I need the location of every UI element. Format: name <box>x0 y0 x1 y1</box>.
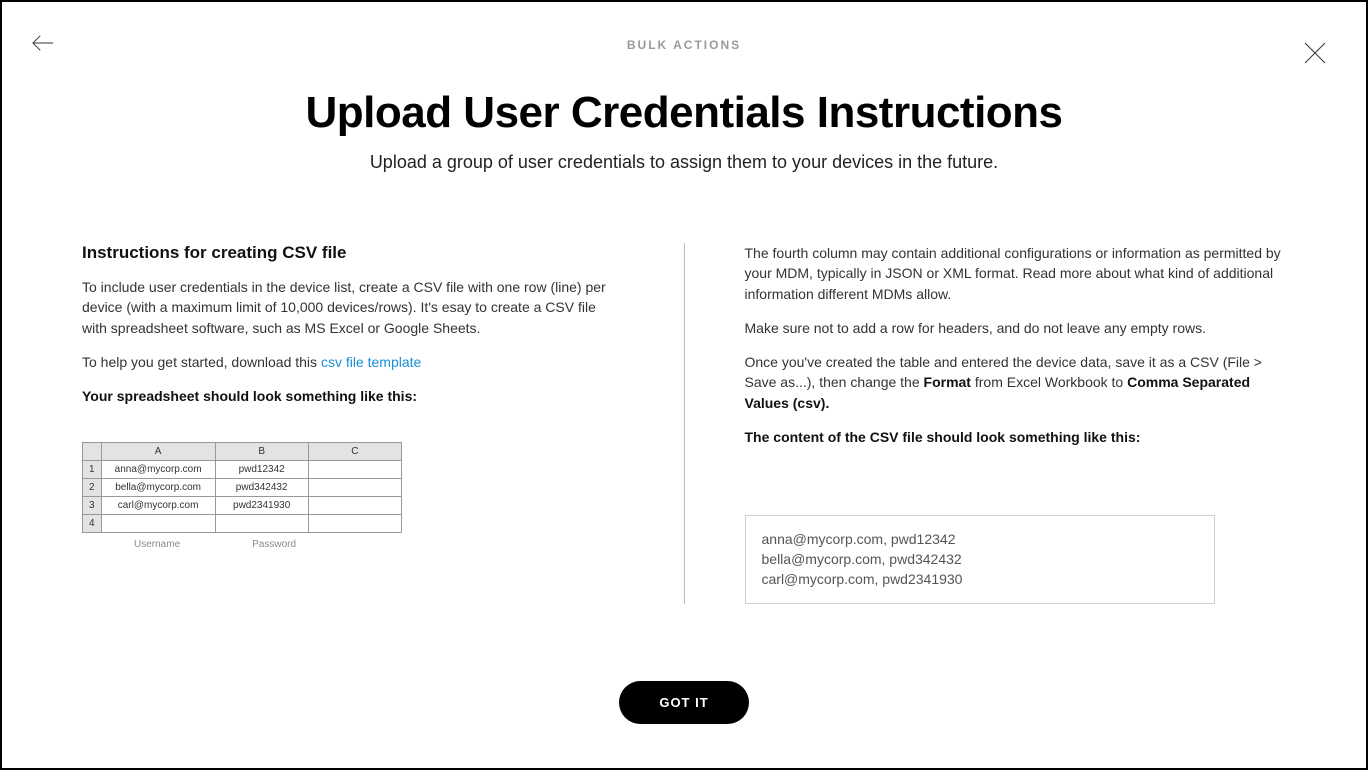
section-heading: Instructions for creating CSV file <box>82 243 624 263</box>
sheet-corner <box>83 443 102 461</box>
sheet-row: 1 anna@mycorp.com pwd12342 <box>83 461 402 479</box>
csv-line: carl@mycorp.com, pwd2341930 <box>762 570 1198 590</box>
row-num: 2 <box>83 479 102 497</box>
close-icon[interactable] <box>1304 42 1326 69</box>
instructions-paragraph-1: To include user credentials in the devic… <box>82 277 624 338</box>
sheet-label-password: Password <box>252 539 296 550</box>
cell <box>215 515 308 533</box>
cell: anna@mycorp.com <box>101 461 215 479</box>
csv-preview-box: anna@mycorp.com, pwd12342 bella@mycorp.c… <box>745 515 1215 604</box>
sheet-row: 2 bella@mycorp.com pwd342432 <box>83 479 402 497</box>
csv-line: bella@mycorp.com, pwd342432 <box>762 550 1198 570</box>
cell <box>101 515 215 533</box>
p2-prefix: To help you get started, download this <box>82 354 321 370</box>
sheet-col-a: A <box>101 443 215 461</box>
cell <box>308 515 401 533</box>
spreadsheet-mock: A B C 1 anna@mycorp.com pwd12342 2 bella… <box>82 442 402 550</box>
csv-hint: The content of the CSV file should look … <box>745 427 1287 447</box>
back-arrow-icon[interactable] <box>32 34 54 57</box>
sheet-label-username: Username <box>134 539 180 550</box>
eyebrow-label: BULK ACTIONS <box>2 38 1366 52</box>
page-subtitle: Upload a group of user credentials to as… <box>2 152 1366 173</box>
cell <box>308 497 401 515</box>
left-column: Instructions for creating CSV file To in… <box>82 243 685 604</box>
csv-line: anna@mycorp.com, pwd12342 <box>762 530 1198 550</box>
right-paragraph-2: Make sure not to add a row for headers, … <box>745 318 1287 338</box>
row-num: 1 <box>83 461 102 479</box>
p3b: Format <box>924 374 971 390</box>
sheet-row: 3 carl@mycorp.com pwd2341930 <box>83 497 402 515</box>
spreadsheet-hint: Your spreadsheet should look something l… <box>82 386 624 406</box>
row-num: 4 <box>83 515 102 533</box>
cell: pwd342432 <box>215 479 308 497</box>
got-it-button[interactable]: GOT IT <box>619 681 748 724</box>
right-column: The fourth column may contain additional… <box>745 243 1287 604</box>
sheet-col-b: B <box>215 443 308 461</box>
cell: pwd12342 <box>215 461 308 479</box>
sheet-col-c: C <box>308 443 401 461</box>
cell <box>308 461 401 479</box>
cell <box>308 479 401 497</box>
right-paragraph-1: The fourth column may contain additional… <box>745 243 1287 304</box>
row-num: 3 <box>83 497 102 515</box>
cell: bella@mycorp.com <box>101 479 215 497</box>
sheet-row: 4 <box>83 515 402 533</box>
instructions-paragraph-2: To help you get started, download this c… <box>82 352 624 372</box>
p3c: from Excel Workbook to <box>971 374 1127 390</box>
csv-template-link[interactable]: csv file template <box>321 354 421 370</box>
cell: pwd2341930 <box>215 497 308 515</box>
page-title: Upload User Credentials Instructions <box>2 88 1366 138</box>
right-paragraph-3: Once you've created the table and entere… <box>745 352 1287 413</box>
cell: carl@mycorp.com <box>101 497 215 515</box>
